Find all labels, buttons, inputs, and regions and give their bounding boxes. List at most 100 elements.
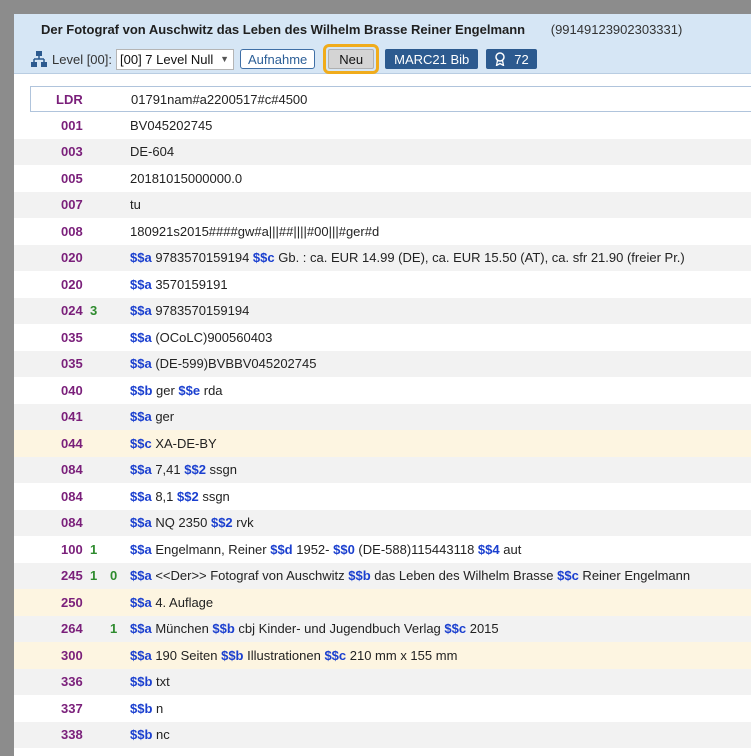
subfield-code: $$b bbox=[221, 647, 244, 663]
field-content[interactable]: $$a München $$b cbj Kinder- und Jugendbu… bbox=[130, 621, 499, 636]
marc-field-row[interactable]: 041 $$a ger bbox=[14, 403, 751, 430]
field-content[interactable]: $$a <<Der>> Fotograf von Auschwitz $$b d… bbox=[130, 568, 690, 583]
marc-field-row[interactable]: 040 $$b ger $$e rda bbox=[14, 377, 751, 404]
field-content[interactable]: $$a NQ 2350 $$2 rvk bbox=[130, 515, 254, 530]
field-tag: 001 bbox=[61, 117, 83, 133]
field-content[interactable]: tu bbox=[130, 197, 141, 212]
subfield-value: 190 Seiten bbox=[151, 647, 222, 663]
subfield-code: $$b bbox=[130, 727, 153, 743]
marc-field-row[interactable]: 338 $$b nc bbox=[14, 721, 751, 748]
field-content[interactable]: $$b ger $$e rda bbox=[130, 383, 223, 398]
marc-field-row[interactable]: 035 $$a (OCoLC)900560403 bbox=[14, 324, 751, 351]
subfield-code: $$c bbox=[324, 647, 347, 663]
subfield-value: ssgn bbox=[198, 488, 230, 504]
subfield-value: Gb. : ca. EUR 14.99 (DE), ca. EUR 15.50 … bbox=[274, 250, 685, 266]
subfield-code: $$d bbox=[270, 541, 293, 557]
field-content[interactable]: BV045202745 bbox=[130, 118, 212, 133]
neu-button[interactable]: Neu bbox=[328, 49, 375, 69]
marc-field-row[interactable]: 044 $$c XA-DE-BY bbox=[14, 430, 751, 457]
field-content[interactable]: $$a (DE-599)BVBBV045202745 bbox=[130, 356, 316, 371]
indicator-2: 1 bbox=[110, 621, 118, 637]
field-tag: LDR bbox=[56, 91, 83, 107]
badge-button[interactable]: 72 bbox=[486, 49, 537, 69]
subfield-value: 9783570159194 bbox=[151, 303, 250, 319]
field-tag: 250 bbox=[61, 594, 83, 610]
marc-field-row[interactable]: 264 1 $$a München $$b cbj Kinder- und Juge… bbox=[14, 615, 751, 642]
field-content[interactable]: 20181015000000.0 bbox=[130, 171, 242, 186]
field-content[interactable]: $$a 9783570159194 $$c Gb. : ca. EUR 14.9… bbox=[130, 250, 685, 265]
field-content[interactable]: $$a (OCoLC)900560403 bbox=[130, 330, 272, 345]
marc-field-row[interactable]: 100 1 $$a Engelmann, Reiner $$d 1952- $$0 … bbox=[14, 536, 751, 563]
subfield-value: das Leben des Wilhelm Brasse bbox=[370, 568, 558, 584]
field-content[interactable]: $$a ger bbox=[130, 409, 174, 424]
level-select-value: [00] 7 Level Null bbox=[120, 51, 214, 67]
field-tag: 040 bbox=[61, 382, 83, 398]
subfield-code: $$a bbox=[130, 462, 152, 478]
marc-field-row[interactable]: 337 $$b n bbox=[14, 695, 751, 722]
level-select[interactable]: [00] 7 Level Null ▼ bbox=[116, 48, 234, 70]
marc-field-row[interactable]: 008 180921s2015####gw#a|||##||||#00|||#ge… bbox=[14, 218, 751, 245]
marc-field-row[interactable]: 245 1 0 $$a <<Der>> Fotograf von Auschwitz … bbox=[14, 562, 751, 589]
field-content[interactable]: $$b nc bbox=[130, 727, 170, 742]
field-tag: 300 bbox=[61, 647, 83, 663]
field-tag: 084 bbox=[61, 462, 83, 478]
field-tag: 337 bbox=[61, 700, 83, 716]
field-content[interactable]: 01791nam#a2200517#c#4500 bbox=[131, 92, 307, 107]
field-content[interactable]: $$b n bbox=[130, 701, 163, 716]
field-content[interactable]: $$a 3570159191 bbox=[130, 277, 228, 292]
subfield-value: 2015 bbox=[466, 621, 499, 637]
marc-field-row[interactable]: 020 $$a 3570159191 bbox=[14, 271, 751, 298]
field-tag: 044 bbox=[61, 435, 83, 451]
field-content[interactable]: $$a Engelmann, Reiner $$d 1952- $$0 (DE-… bbox=[130, 542, 521, 557]
field-content[interactable]: $$c XA-DE-BY bbox=[130, 436, 217, 451]
subfield-code: $$b bbox=[130, 382, 153, 398]
subfield-code: $$a bbox=[130, 276, 152, 292]
field-content[interactable]: $$a 9783570159194 bbox=[130, 303, 249, 318]
field-content[interactable]: $$b txt bbox=[130, 674, 170, 689]
marc21-bib-button[interactable]: MARC21 Bib bbox=[385, 49, 479, 69]
marc-field-row[interactable]: 005 20181015000000.0 bbox=[14, 165, 751, 192]
marc-field-row[interactable]: 300 $$a 190 Seiten $$b Illustrationen $$c… bbox=[14, 642, 751, 669]
field-tag: 041 bbox=[61, 409, 83, 425]
field-tag: 035 bbox=[61, 329, 83, 345]
subfield-value: n bbox=[152, 700, 164, 716]
field-content[interactable]: $$a 7,41 $$2 ssgn bbox=[130, 462, 237, 477]
field-content[interactable]: $$a 190 Seiten $$b Illustrationen $$c 21… bbox=[130, 648, 457, 663]
subfield-code: $$2 bbox=[177, 488, 199, 504]
marc-field-row[interactable]: 084 $$a 7,41 $$2 ssgn bbox=[14, 456, 751, 483]
marc-field-row[interactable]: 084 $$a NQ 2350 $$2 rvk bbox=[14, 509, 751, 536]
field-tag: 336 bbox=[61, 674, 83, 690]
subfield-code: $$b bbox=[130, 700, 153, 716]
subfield-value: 8,1 bbox=[151, 488, 177, 504]
field-tag: 338 bbox=[61, 727, 83, 743]
subfield-value: (OCoLC)900560403 bbox=[151, 329, 273, 345]
aufnahme-button[interactable]: Aufnahme bbox=[240, 49, 316, 69]
marc-field-row[interactable]: 250 $$a 4. Auflage bbox=[14, 589, 751, 616]
field-content[interactable]: 180921s2015####gw#a|||##||||#00|||#ger#d bbox=[130, 224, 379, 239]
marc-field-row[interactable]: 003 DE-604 bbox=[14, 138, 751, 165]
subfield-value: 9783570159194 bbox=[151, 250, 253, 266]
marc-field-row[interactable]: 024 3 $$a 9783570159194 bbox=[14, 297, 751, 324]
subfield-code: $$c bbox=[444, 621, 467, 637]
field-content[interactable]: $$a 8,1 $$2 ssgn bbox=[130, 489, 230, 504]
field-content[interactable]: $$a 4. Auflage bbox=[130, 595, 213, 610]
subfield-value: ger bbox=[152, 382, 179, 398]
subfield-value: ger bbox=[151, 409, 175, 425]
level-label: Level [00]: bbox=[52, 51, 112, 67]
field-tag: 020 bbox=[61, 250, 83, 266]
marc-field-row[interactable]: 084 $$a 8,1 $$2 ssgn bbox=[14, 483, 751, 510]
marc-field-row[interactable]: LDR 01791nam#a2200517#c#4500 bbox=[30, 86, 751, 112]
subfield-value: DE-604 bbox=[130, 144, 175, 160]
subfield-code: $$a bbox=[130, 621, 152, 637]
marc-field-row[interactable]: 020 $$a 9783570159194 $$c Gb. : ca. EUR 1… bbox=[14, 244, 751, 271]
marc-field-row[interactable]: 001 BV045202745 bbox=[14, 112, 751, 139]
marc-field-row[interactable]: 035 $$a (DE-599)BVBBV045202745 bbox=[14, 350, 751, 377]
field-content[interactable]: DE-604 bbox=[130, 144, 174, 159]
marc-field-row[interactable]: 336 $$b txt bbox=[14, 668, 751, 695]
badge-count: 72 bbox=[514, 51, 529, 67]
subfield-value: txt bbox=[152, 674, 170, 690]
subfield-value: 3570159191 bbox=[151, 276, 228, 292]
marc-field-row[interactable]: 007 tu bbox=[14, 191, 751, 218]
subfield-value: 4. Auflage bbox=[151, 594, 214, 610]
subfield-value: BV045202745 bbox=[130, 117, 213, 133]
